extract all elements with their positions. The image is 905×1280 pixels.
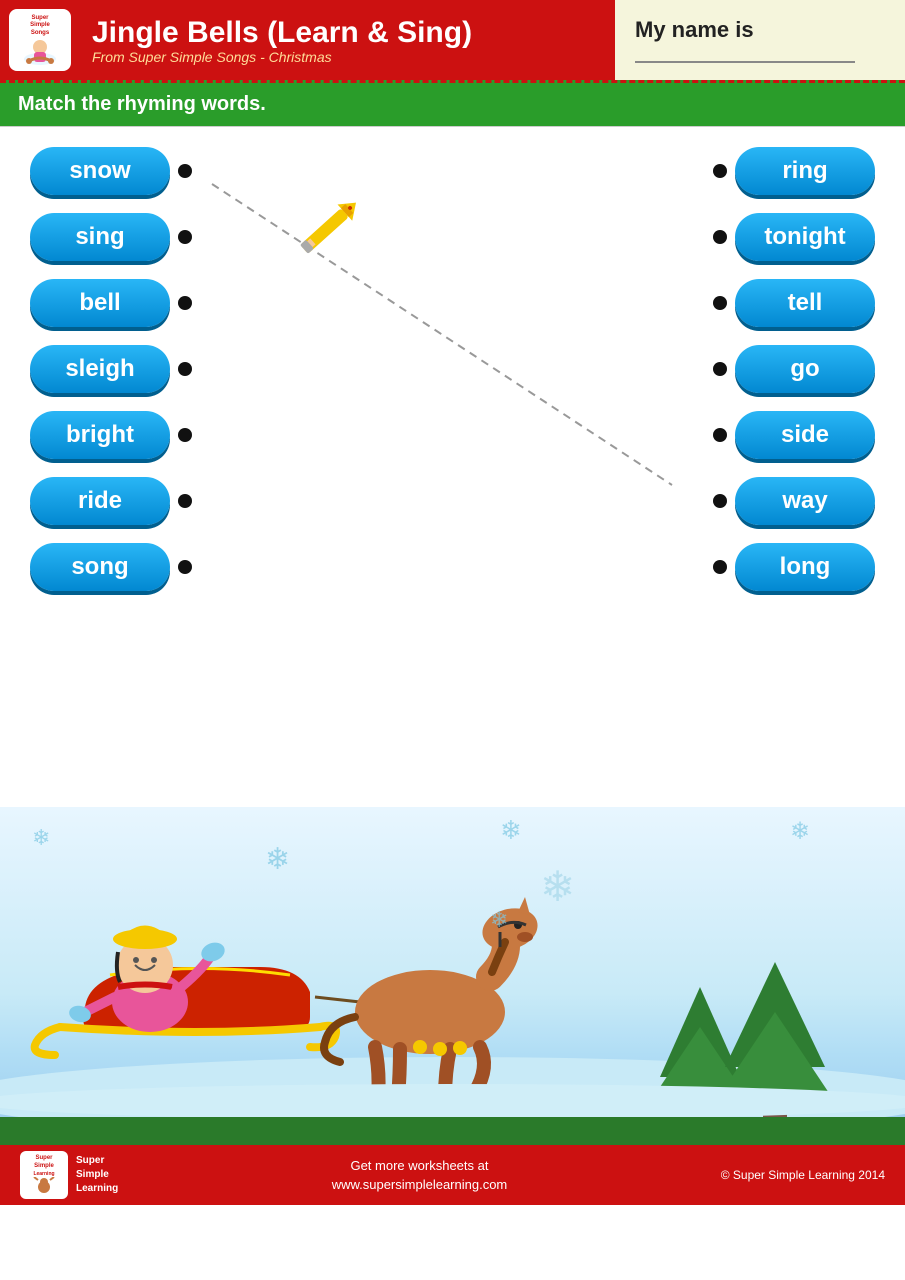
logo-box: Super Simple Songs <box>9 9 71 71</box>
dot-ring <box>713 164 727 178</box>
word-item-sing: sing <box>30 213 192 261</box>
word-item-long: long <box>713 543 875 591</box>
word-item-snow: snow <box>30 147 192 195</box>
footer: Super Simple Learning Super Simple Learn… <box>0 1145 905 1205</box>
word-button-sleigh[interactable]: sleigh <box>30 345 170 393</box>
dot-sleigh <box>178 362 192 376</box>
footer-logo: Super Simple Learning Super Simple Learn… <box>20 1151 118 1199</box>
header: Super Simple Songs Jingle Bells (Learn &… <box>0 0 905 80</box>
word-button-bell[interactable]: bell <box>30 279 170 327</box>
snowflake-5: ❄ <box>790 817 810 846</box>
right-column: ring tonight tell go side way <box>713 147 875 591</box>
word-item-bell: bell <box>30 279 192 327</box>
dot-go <box>713 362 727 376</box>
word-columns: snow sing bell sleigh bright ride <box>0 147 905 591</box>
logo-line2: Simple <box>30 22 50 29</box>
word-item-sleigh: sleigh <box>30 345 192 393</box>
word-item-tell: tell <box>713 279 875 327</box>
word-button-song[interactable]: song <box>30 543 170 591</box>
word-button-ring[interactable]: ring <box>735 147 875 195</box>
instruction-bar: Match the rhyming words. <box>0 80 905 127</box>
word-button-tell[interactable]: tell <box>735 279 875 327</box>
illustration: ❄ ❄ ❄ ❄ ❄ ❄ <box>0 807 905 1117</box>
footer-get-more: Get more worksheets at <box>332 1156 508 1176</box>
word-button-side[interactable]: side <box>735 411 875 459</box>
name-line[interactable] <box>635 61 855 63</box>
word-item-side: side <box>713 411 875 459</box>
logo-line3: Songs <box>31 30 49 37</box>
word-item-ring: ring <box>713 147 875 195</box>
word-item-go: go <box>713 345 875 393</box>
footer-copyright: © Super Simple Learning 2014 <box>721 1168 885 1182</box>
scene-svg <box>0 807 905 1117</box>
footer-website: www.supersimplelearning.com <box>332 1175 508 1195</box>
snowflake-2: ❄ <box>265 842 290 877</box>
logo-line1: Super <box>31 15 48 22</box>
dot-ride <box>178 494 192 508</box>
snowflake-1: ❄ <box>32 825 50 851</box>
dot-way <box>713 494 727 508</box>
word-button-bright[interactable]: bright <box>30 411 170 459</box>
snowflake-3: ❄ <box>500 815 522 846</box>
word-item-bright: bright <box>30 411 192 459</box>
dot-sing <box>178 230 192 244</box>
dot-tell <box>713 296 727 310</box>
word-button-tonight[interactable]: tonight <box>735 213 875 261</box>
header-logo: Super Simple Songs <box>0 0 80 80</box>
word-item-tonight: tonight <box>713 213 875 261</box>
left-column: snow sing bell sleigh bright ride <box>30 147 192 591</box>
dot-bright <box>178 428 192 442</box>
header-title-section: Jingle Bells (Learn & Sing) From Super S… <box>80 0 615 80</box>
logo-illustration <box>21 37 59 65</box>
word-button-way[interactable]: way <box>735 477 875 525</box>
main-content: snow sing bell sleigh bright ride <box>0 127 905 787</box>
word-button-long[interactable]: long <box>735 543 875 591</box>
footer-green-strip <box>0 1117 905 1145</box>
footer-logo-label: Super Simple Learning <box>76 1154 118 1196</box>
snowflake-6: ❄ <box>490 907 508 933</box>
dot-tonight <box>713 230 727 244</box>
word-button-go[interactable]: go <box>735 345 875 393</box>
dot-snow <box>178 164 192 178</box>
word-button-ride[interactable]: ride <box>30 477 170 525</box>
word-item-ride: ride <box>30 477 192 525</box>
dot-long <box>713 560 727 574</box>
name-box: My name is <box>615 0 905 80</box>
word-item-way: way <box>713 477 875 525</box>
snowflake-4: ❄ <box>540 862 575 911</box>
footer-logo-box: Super Simple Learning <box>20 1151 68 1199</box>
page-subtitle: From Super Simple Songs - Christmas <box>92 49 603 65</box>
word-button-sing[interactable]: sing <box>30 213 170 261</box>
dot-song <box>178 560 192 574</box>
dot-side <box>713 428 727 442</box>
name-label: My name is <box>635 17 885 43</box>
dot-bell <box>178 296 192 310</box>
word-item-song: song <box>30 543 192 591</box>
instruction-text: Match the rhyming words. <box>18 93 266 115</box>
page-title: Jingle Bells (Learn & Sing) <box>92 16 603 49</box>
word-button-snow[interactable]: snow <box>30 147 170 195</box>
footer-center: Get more worksheets at www.supersimplele… <box>332 1156 508 1195</box>
